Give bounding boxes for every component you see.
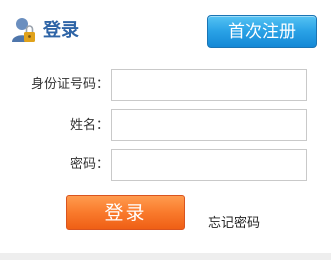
user-lock-icon — [12, 18, 35, 42]
bottom-divider — [0, 253, 331, 260]
name-input[interactable] — [111, 109, 307, 141]
id-number-input[interactable] — [111, 69, 307, 101]
name-label: 姓名： — [69, 118, 109, 133]
password-input[interactable] — [111, 149, 307, 181]
register-button[interactable]: 首次注册 — [207, 15, 317, 48]
password-label: 密码： — [69, 157, 109, 172]
forgot-password-link[interactable]: 忘记密码 — [208, 215, 260, 233]
login-button[interactable]: 登录 — [66, 195, 185, 230]
page-title: 登录 — [43, 20, 79, 41]
id-number-label: 身份证号码： — [30, 77, 109, 92]
login-panel: 登录 首次注册 身份证号码： 姓名： 密码： 登录 忘记密码 — [0, 0, 331, 253]
